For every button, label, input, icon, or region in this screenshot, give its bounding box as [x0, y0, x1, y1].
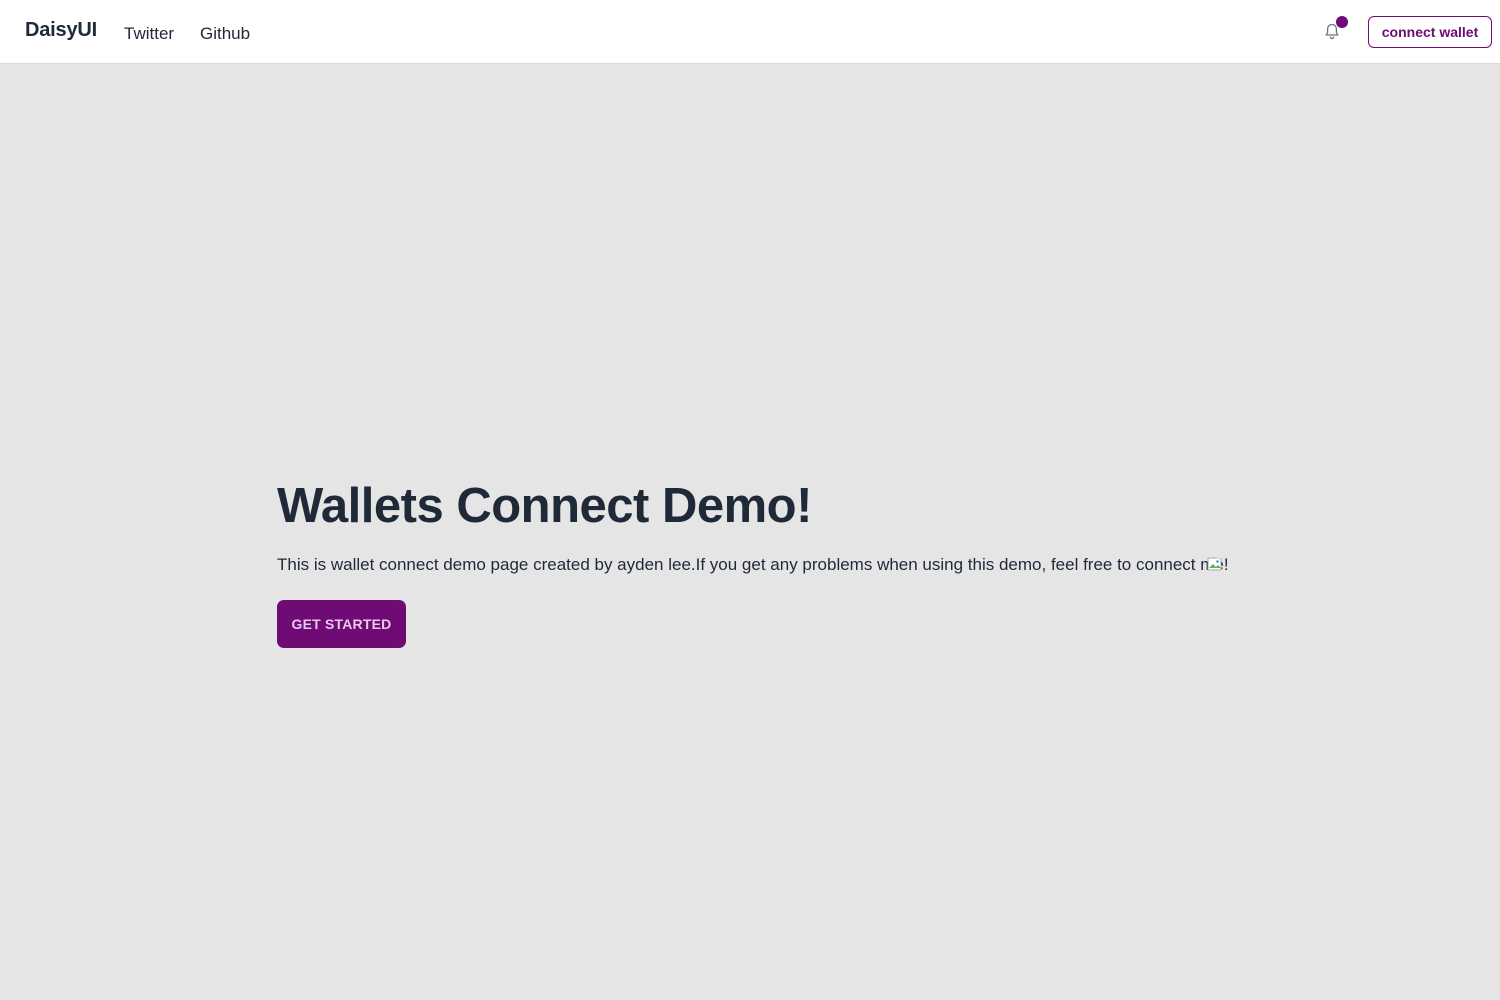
notification-button[interactable]	[1318, 16, 1348, 46]
notification-badge	[1336, 16, 1348, 28]
nav-link-github[interactable]: Github	[200, 24, 250, 44]
get-started-button[interactable]: GET STARTED	[277, 600, 406, 648]
hero-title: Wallets Connect Demo!	[277, 479, 812, 533]
connect-wallet-button[interactable]: connect wallet	[1368, 16, 1492, 48]
broken-image-icon	[1207, 556, 1223, 572]
nav-link-twitter[interactable]: Twitter	[124, 24, 174, 44]
brand-logo[interactable]: DaisyUI	[25, 19, 97, 42]
navbar: DaisyUI Twitter Github connect wallet	[0, 0, 1500, 64]
hero-description: This is wallet connect demo page created…	[277, 555, 1229, 574]
